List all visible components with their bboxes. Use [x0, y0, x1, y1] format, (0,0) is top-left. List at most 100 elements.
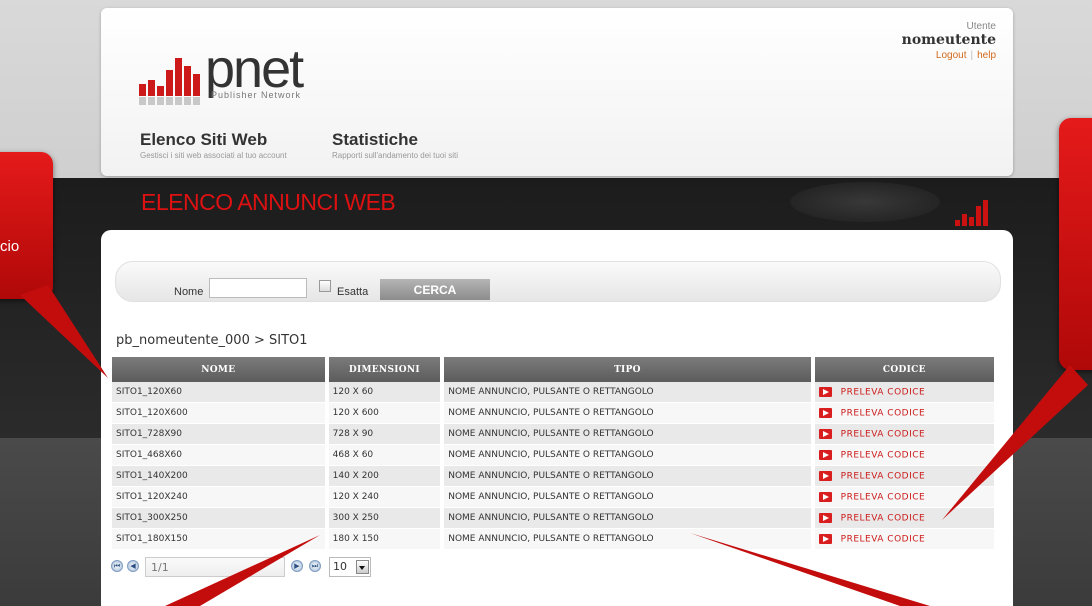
- col-header-tipo[interactable]: TIPO: [444, 357, 811, 382]
- callout-left-text: cio: [0, 238, 20, 255]
- search-name-label: Nome: [174, 286, 204, 298]
- nav-subtitle: Rapporti sull'andamento dei tuoi siti: [332, 151, 459, 160]
- table-row: SITO1_300X250 300 X 250 NOME ANNUNCIO, PUL…: [112, 508, 994, 529]
- cell-codice[interactable]: PRELEVA CODICE: [814, 445, 994, 466]
- preleva-codice-link[interactable]: PRELEVA CODICE: [841, 450, 926, 460]
- link-separator: |: [970, 50, 974, 61]
- cell-tipo: NOME ANNUNCIO, PULSANTE O RETTANGOLO: [444, 424, 811, 445]
- cell-tipo: NOME ANNUNCIO, PULSANTE O RETTANGOLO: [444, 403, 811, 424]
- logout-link[interactable]: Logout: [936, 50, 967, 61]
- pager: ⏮ ◀ 1/1 ▶ ⏭ 10: [111, 556, 371, 580]
- corner-bars-icon: [955, 200, 989, 226]
- nav-statistiche[interactable]: Statistiche Rapporti sull'andamento dei …: [332, 130, 458, 160]
- preleva-codice-link[interactable]: PRELEVA CODICE: [841, 471, 926, 481]
- cell-dimensioni: 140 X 200: [328, 466, 441, 487]
- preleva-codice-link[interactable]: PRELEVA CODICE: [841, 513, 926, 523]
- page-indicator[interactable]: 1/1: [145, 557, 285, 577]
- table-row: SITO1_120X60 120 X 60 NOME ANNUNCIO, PULSA…: [112, 382, 994, 403]
- cell-tipo: NOME ANNUNCIO, PULSANTE O RETTANGOLO: [444, 529, 811, 550]
- cell-dimensioni: 300 X 250: [328, 508, 441, 529]
- preleva-codice-link[interactable]: PRELEVA CODICE: [841, 534, 926, 544]
- prev-page-icon[interactable]: ◀: [127, 560, 139, 572]
- play-icon[interactable]: [818, 449, 832, 460]
- cell-tipo: NOME ANNUNCIO, PULSANTE O RETTANGOLO: [444, 508, 811, 529]
- play-icon[interactable]: [818, 407, 832, 418]
- exact-label: Esatta: [337, 286, 369, 298]
- preleva-codice-link[interactable]: PRELEVA CODICE: [841, 408, 926, 418]
- search-name-input[interactable]: [209, 278, 307, 298]
- cell-codice[interactable]: PRELEVA CODICE: [814, 466, 994, 487]
- cell-tipo: NOME ANNUNCIO, PULSANTE O RETTANGOLO: [444, 382, 811, 403]
- cell-nome: SITO1_180X150: [112, 529, 325, 550]
- cell-dimensioni: 180 X 150: [328, 529, 441, 550]
- page-size-value: 10: [333, 560, 347, 573]
- play-icon[interactable]: [818, 428, 832, 439]
- callout-right: [1059, 118, 1092, 370]
- table-row: SITO1_120X600 120 X 600 NOME ANNUNCIO, PUL…: [112, 403, 994, 424]
- cell-dimensioni: 468 X 60: [328, 445, 441, 466]
- help-link[interactable]: help: [977, 50, 996, 61]
- cell-tipo: NOME ANNUNCIO, PULSANTE O RETTANGOLO: [444, 445, 811, 466]
- cell-nome: SITO1_120X60: [112, 382, 325, 403]
- cell-nome: SITO1_300X250: [112, 508, 325, 529]
- logo-grey-bars: [139, 97, 205, 105]
- cell-nome: SITO1_120X240: [112, 487, 325, 508]
- cell-codice[interactable]: PRELEVA CODICE: [814, 382, 994, 403]
- world-map-graphic: [790, 182, 940, 222]
- logo-tagline: Publisher Network: [211, 90, 302, 100]
- page-size-select[interactable]: 10: [329, 557, 371, 577]
- play-icon[interactable]: [818, 386, 832, 397]
- col-header-dimensioni[interactable]: DIMENSIONI: [328, 357, 441, 382]
- table-header-row: NOME DIMENSIONI TIPO CODICE: [112, 357, 994, 382]
- exact-checkbox[interactable]: [319, 280, 331, 292]
- preleva-codice-link[interactable]: PRELEVA CODICE: [841, 429, 926, 439]
- callout-left: [0, 152, 53, 299]
- cell-nome: SITO1_468X60: [112, 445, 325, 466]
- table-row: SITO1_728X90 728 X 90 NOME ANNUNCIO, PULSA…: [112, 424, 994, 445]
- table-row: SITO1_180X150 180 X 150 NOME ANNUNCIO, PUL…: [112, 529, 994, 550]
- preleva-codice-link[interactable]: PRELEVA CODICE: [841, 387, 926, 397]
- nav-elenco-siti[interactable]: Elenco Siti Web Gestisci i siti web asso…: [140, 130, 287, 160]
- col-header-codice[interactable]: CODICE: [814, 357, 994, 382]
- play-icon[interactable]: [818, 491, 832, 502]
- cell-codice[interactable]: PRELEVA CODICE: [814, 508, 994, 529]
- table-row: SITO1_120X240 120 X 240 NOME ANNUNCIO, PUL…: [112, 487, 994, 508]
- chevron-down-icon[interactable]: [356, 560, 369, 574]
- search-button[interactable]: CERCA: [380, 279, 490, 300]
- col-header-nome[interactable]: NOME: [112, 357, 325, 382]
- first-page-icon[interactable]: ⏮: [111, 560, 123, 572]
- ads-table: NOME DIMENSIONI TIPO CODICE SITO1_120X60…: [108, 357, 998, 550]
- cell-codice[interactable]: PRELEVA CODICE: [814, 424, 994, 445]
- play-icon[interactable]: [818, 512, 832, 523]
- nav-title: Elenco Siti Web: [140, 130, 268, 149]
- preleva-codice-link[interactable]: PRELEVA CODICE: [841, 492, 926, 502]
- breadcrumb: pb_nomeutente_000 > SITO1: [116, 333, 308, 348]
- cell-codice[interactable]: PRELEVA CODICE: [814, 529, 994, 550]
- cell-nome: SITO1_728X90: [112, 424, 325, 445]
- user-links: Logout | help: [902, 50, 996, 61]
- table-row: SITO1_140X200 140 X 200 NOME ANNUNCIO, PUL…: [112, 466, 994, 487]
- cell-codice[interactable]: PRELEVA CODICE: [814, 403, 994, 424]
- cell-tipo: NOME ANNUNCIO, PULSANTE O RETTANGOLO: [444, 487, 811, 508]
- nav-subtitle: Gestisci i siti web associati al tuo acc…: [140, 151, 287, 160]
- cell-dimensioni: 120 X 600: [328, 403, 441, 424]
- cell-dimensioni: 120 X 60: [328, 382, 441, 403]
- next-page-icon[interactable]: ▶: [291, 560, 303, 572]
- play-icon[interactable]: [818, 533, 832, 544]
- nav-title: Statistiche: [332, 130, 418, 149]
- cell-codice[interactable]: PRELEVA CODICE: [814, 487, 994, 508]
- cell-tipo: NOME ANNUNCIO, PULSANTE O RETTANGOLO: [444, 466, 811, 487]
- cell-dimensioni: 120 X 240: [328, 487, 441, 508]
- page-title: ELENCO ANNUNCI WEB: [141, 189, 396, 215]
- pnet-logo[interactable]: pnet Publisher Network: [139, 39, 329, 106]
- table-row: SITO1_468X60 468 X 60 NOME ANNUNCIO, PULSA…: [112, 445, 994, 466]
- user-label: Utente: [966, 21, 996, 32]
- cell-nome: SITO1_120X600: [112, 403, 325, 424]
- cell-nome: SITO1_140X200: [112, 466, 325, 487]
- user-name: nomeutente: [901, 32, 996, 48]
- cell-dimensioni: 728 X 90: [328, 424, 441, 445]
- logo-bars-icon: [139, 58, 205, 96]
- last-page-icon[interactable]: ⏭: [309, 560, 321, 572]
- user-box: Utente nomeutente Logout | help: [902, 21, 996, 61]
- play-icon[interactable]: [818, 470, 832, 481]
